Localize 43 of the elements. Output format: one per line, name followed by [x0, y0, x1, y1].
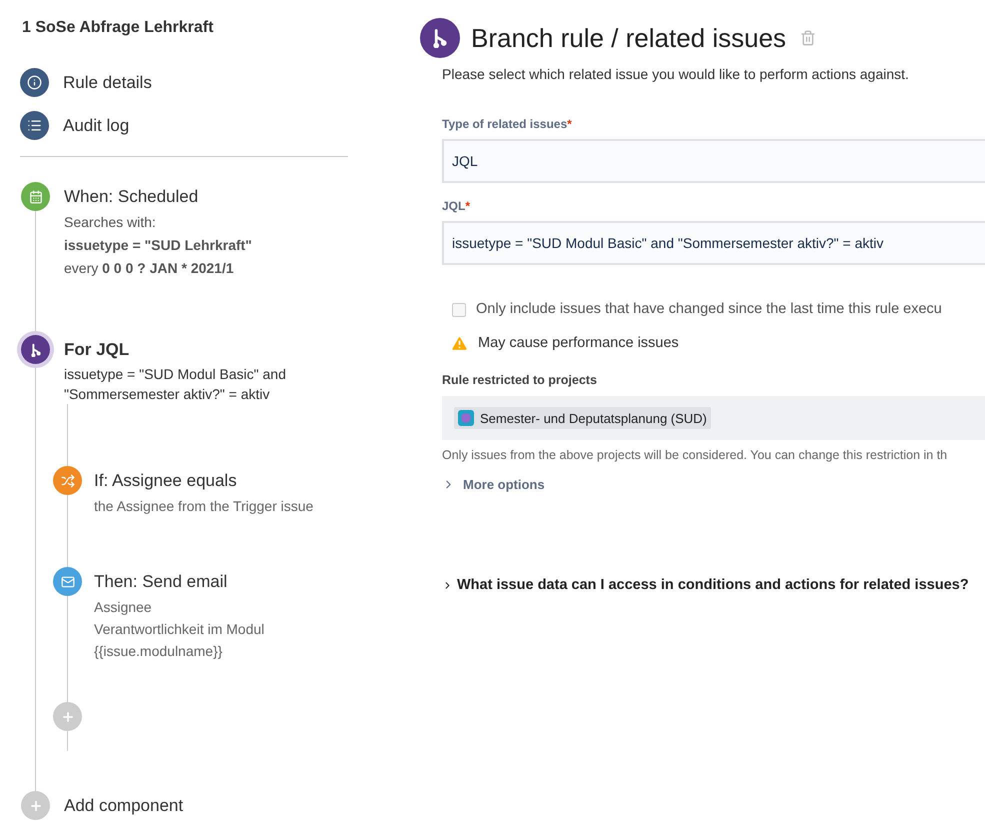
plus-icon: [28, 798, 42, 812]
warning-text: May cause performance issues: [478, 334, 679, 353]
projects-field[interactable]: Semester- und Deputatsplanung (SUD): [442, 396, 985, 440]
step-title[interactable]: Then: Send email: [94, 567, 264, 596]
shuffle-icon: [53, 466, 82, 495]
step-detail: the Assignee from the Trigger issue: [94, 497, 314, 516]
rule-title: 1 SoSe Abfrage Lehrkraft: [22, 18, 214, 38]
add-step-button[interactable]: [53, 702, 82, 731]
plus-icon: [60, 710, 74, 724]
faq-toggle[interactable]: What issue data can I access in conditions and actions for related issues?: [442, 574, 969, 596]
branch-icon: [420, 18, 460, 58]
nav-item[interactable]: Audit log: [20, 111, 420, 140]
step-title[interactable]: If: Assignee equals: [94, 466, 314, 495]
step-detail: every 0 0 0 ? JAN * 2021/1: [64, 259, 235, 278]
list-icon: [20, 111, 49, 140]
input-field[interactable]: JQL: [442, 139, 985, 183]
step-detail: {{issue.modulname}}: [94, 642, 224, 661]
projects-label: Rule restricted to projects: [442, 372, 598, 389]
step-detail: Searches with:: [64, 213, 157, 232]
step-detail: Verantwortlichkeit im Modul: [94, 620, 264, 639]
checkbox-label: Only include issues that have changed since the last time this rule execu: [476, 300, 942, 319]
envelope-icon: [53, 567, 82, 596]
field-label: JQL*: [442, 198, 472, 215]
step-title[interactable]: When: Scheduled: [64, 182, 252, 211]
add-component-button[interactable]: [21, 791, 50, 820]
project-tag[interactable]: Semester- und Deputatsplanung (SUD): [454, 407, 711, 430]
info-icon: [20, 68, 49, 97]
step-detail: Assignee: [94, 598, 153, 617]
projects-help-text: Only issues from the above projects will be considered. You can change this restriction in th: [442, 447, 948, 464]
calendar-icon: [21, 182, 50, 211]
panel-title: Branch rule / related issues: [471, 22, 786, 54]
intro-text: Please select which related issue you would like to perform actions against.: [442, 65, 910, 84]
step-title[interactable]: For JQL: [64, 335, 334, 364]
nav-item[interactable]: Rule details: [20, 68, 420, 97]
more-options-toggle[interactable]: More options: [442, 475, 545, 494]
input-field[interactable]: issuetype = "SUD Modul Basic" and "Sommersemester aktiv?" = aktiv: [442, 221, 985, 265]
delete-icon[interactable]: [800, 30, 816, 46]
step-detail: issuetype = "SUD Modul Basic" and "Sommersemester aktiv?" = aktiv: [64, 365, 287, 404]
step-detail: issuetype = "SUD Lehrkraft": [64, 236, 252, 255]
checkbox[interactable]: [452, 302, 466, 317]
project-avatar-icon: [458, 410, 474, 426]
add-component-label[interactable]: Add component: [64, 792, 184, 818]
field-label: Type of related issues*: [442, 116, 573, 133]
